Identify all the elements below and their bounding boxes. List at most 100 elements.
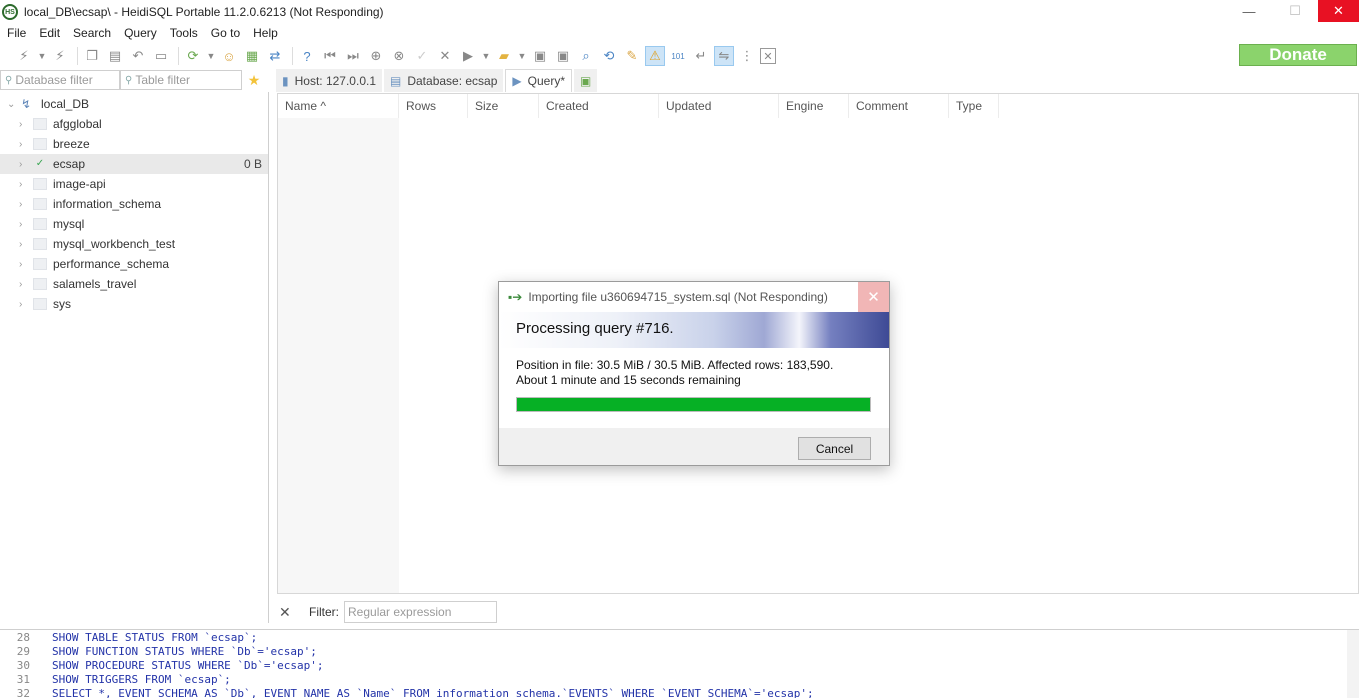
chevron-right-icon[interactable]: › (19, 239, 29, 250)
dropdown-icon[interactable]: ▼ (206, 46, 216, 66)
menu-query[interactable]: Query (117, 26, 163, 40)
chevron-down-icon[interactable]: ⌄ (7, 99, 17, 110)
query-icon: ▶ (512, 74, 522, 88)
column-header-rows[interactable]: Rows (399, 94, 468, 118)
table-filter-input[interactable]: ⚲ Table filter (120, 70, 242, 90)
chevron-right-icon[interactable]: › (19, 259, 29, 270)
chevron-right-icon[interactable]: › (19, 279, 29, 290)
maximize-button[interactable]: ☐ (1272, 0, 1318, 22)
help-icon[interactable]: ? (297, 46, 317, 66)
warning-icon[interactable]: ⚠ (645, 46, 665, 66)
sql-text: SELECT *, EVENT_SCHEMA AS `Db`, EVENT_NA… (52, 687, 814, 698)
filter-label: Filter: (309, 605, 339, 619)
minimize-button[interactable]: — (1226, 0, 1272, 22)
sql-log-scrollbar[interactable] (1347, 630, 1359, 698)
menu-help[interactable]: Help (246, 26, 284, 40)
database-icon (33, 118, 47, 130)
column-header-size[interactable]: Size (468, 94, 539, 118)
tree-root-connection[interactable]: ⌄ ↯ local_DB (0, 94, 89, 114)
dropdown-icon[interactable]: ▼ (37, 46, 47, 66)
tab-host[interactable]: ▮ Host: 127.0.0.1 (276, 69, 382, 92)
tree-item-information-schema[interactable]: › information_schema (0, 194, 268, 214)
tree-item-afgglobal[interactable]: › afgglobal (0, 114, 268, 134)
toolbar-divider (292, 47, 293, 65)
tree-item-mysql-workbench-test[interactable]: › mysql_workbench_test (0, 234, 268, 254)
find-icon[interactable]: ⌕ (576, 46, 596, 66)
refresh-icon[interactable]: ⟳ (183, 46, 203, 66)
dialog-close-button[interactable]: ✕ (858, 282, 889, 312)
tree-item-ecsap[interactable]: › ✓ ecsap 0 B (0, 154, 268, 174)
column-header-comment[interactable]: Comment (849, 94, 949, 118)
chevron-right-icon[interactable]: › (19, 159, 29, 170)
tree-item-performance-schema[interactable]: › performance_schema (0, 254, 268, 274)
close-button[interactable]: ✕ (1318, 0, 1359, 22)
connect-icon[interactable]: ⚡ (14, 46, 34, 66)
column-header-engine[interactable]: Engine (779, 94, 849, 118)
dropdown-icon[interactable]: ▼ (481, 46, 491, 66)
dropdown-icon[interactable]: ▼ (517, 46, 527, 66)
menu-tools[interactable]: Tools (163, 26, 204, 40)
dialog-title-bar: ▪➔ Importing file u360694715_system.sql … (499, 282, 889, 312)
sync-icon[interactable]: ⇄ (265, 46, 285, 66)
menu-search[interactable]: Search (66, 26, 117, 40)
wrap-icon[interactable]: ↵ (691, 46, 711, 66)
database-filter-input[interactable]: ⚲ Database filter (0, 70, 120, 90)
tree-item-salamels-travel[interactable]: › salamels_travel (0, 274, 268, 294)
new-query-tab-icon: ▣ (580, 73, 592, 88)
save-as-icon[interactable]: ▣ (553, 46, 573, 66)
replace-icon[interactable]: ⟲ (599, 46, 619, 66)
reformat-icon[interactable]: ⇋ (714, 46, 734, 66)
paste-icon[interactable]: ▤ (105, 46, 125, 66)
tree-item-mysql[interactable]: › mysql (0, 214, 268, 234)
format-icon[interactable]: ✎ (622, 46, 642, 66)
tab-query[interactable]: ▶ Query* (505, 69, 572, 92)
menu-goto[interactable]: Go to (204, 26, 246, 40)
menu-file[interactable]: File (0, 26, 32, 40)
chevron-right-icon[interactable]: › (19, 199, 29, 210)
window-controls: — ☐ ✕ (1226, 0, 1359, 22)
cancel-button[interactable]: Cancel (798, 437, 871, 460)
export-icon[interactable]: ▦ (242, 46, 262, 66)
close-filter-icon[interactable]: ✕ (279, 604, 297, 621)
user-manager-icon[interactable]: ☺ (219, 46, 239, 66)
open-folder-icon[interactable]: ▰ (494, 46, 514, 66)
database-icon (33, 238, 47, 250)
tree-item-breeze[interactable]: › breeze (0, 134, 268, 154)
disconnect-icon[interactable]: ⚡ (50, 46, 70, 66)
sql-text: SHOW FUNCTION STATUS WHERE `Db`='ecsap'; (52, 645, 317, 658)
donate-button[interactable]: Donate (1239, 44, 1357, 66)
sql-text: SHOW PROCEDURE STATUS WHERE `Db`='ecsap'… (52, 659, 324, 672)
menu-edit[interactable]: Edit (32, 26, 66, 40)
column-header-updated[interactable]: Updated (659, 94, 779, 118)
last-icon[interactable]: ⏭ (343, 46, 363, 66)
print-icon[interactable]: ▭ (151, 46, 171, 66)
favorite-star-icon[interactable]: ★ (242, 70, 266, 90)
line-number: 29 (16, 645, 30, 658)
sql-log-panel[interactable]: 28 SHOW TABLE STATUS FROM `ecsap`; 29 SH… (0, 629, 1359, 698)
copy-icon[interactable]: ❐ (82, 46, 102, 66)
tab-database[interactable]: ▤ Database: ecsap (384, 69, 504, 92)
chevron-right-icon[interactable]: › (19, 299, 29, 310)
save-icon[interactable]: ▣ (530, 46, 550, 66)
cancel-icon[interactable]: ✕ (435, 46, 455, 66)
column-header-type[interactable]: Type (949, 94, 999, 118)
more-icon[interactable]: ⋮ (737, 46, 757, 66)
chevron-right-icon[interactable]: › (19, 219, 29, 230)
run-icon[interactable]: ▶ (458, 46, 478, 66)
tree-item-image-api[interactable]: › image-api (0, 174, 268, 194)
tree-item-sys[interactable]: › sys (0, 294, 268, 314)
regex-filter-input[interactable]: Regular expression (344, 601, 497, 623)
chevron-right-icon[interactable]: › (19, 119, 29, 130)
add-icon[interactable]: ⊕ (366, 46, 386, 66)
column-header-name[interactable]: Name ^ (278, 94, 399, 118)
chevron-right-icon[interactable]: › (19, 139, 29, 150)
column-header-created[interactable]: Created (539, 94, 659, 118)
binary-icon[interactable]: 101 (668, 46, 688, 66)
apply-icon[interactable]: ✓ (412, 46, 432, 66)
new-query-tab-button[interactable]: ▣ (574, 69, 598, 92)
chevron-right-icon[interactable]: › (19, 179, 29, 190)
first-icon[interactable]: ⏮ (320, 46, 340, 66)
undo-icon[interactable]: ↶ (128, 46, 148, 66)
remove-icon[interactable]: ⊗ (389, 46, 409, 66)
close-icon[interactable]: ✕ (760, 48, 776, 64)
